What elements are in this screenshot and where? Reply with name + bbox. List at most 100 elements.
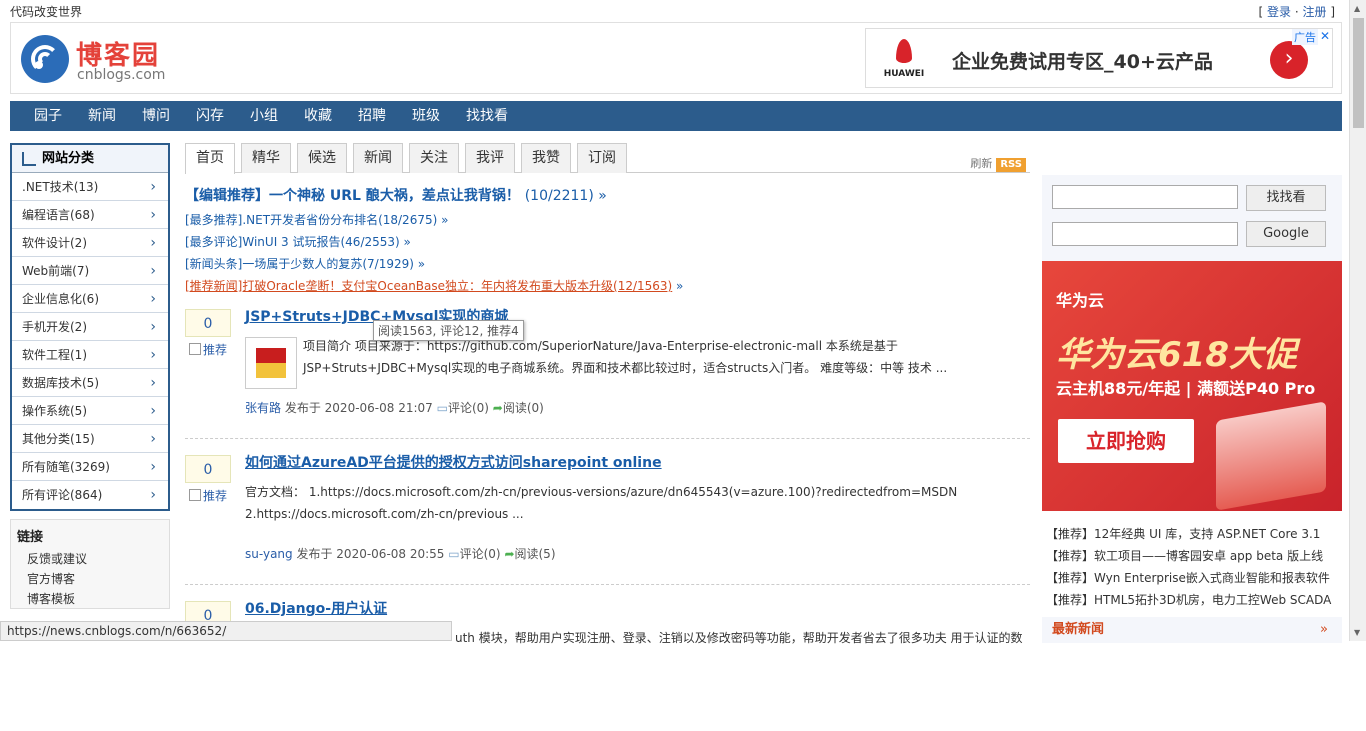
post-author[interactable]: su-yang xyxy=(245,547,293,561)
main-nav: 园子 新闻 博问 闪存 小组 收藏 招聘 班级 找找看 xyxy=(10,101,1342,131)
category-item[interactable]: 数据库技术(5) › xyxy=(12,369,168,397)
tab-featured[interactable]: 精华 xyxy=(241,143,291,173)
category-item[interactable]: 所有评论(864) › xyxy=(12,481,168,509)
chevron-right-icon: › xyxy=(150,375,156,391)
google-search-input[interactable] xyxy=(1052,222,1238,246)
digg-box: 0 推荐 xyxy=(185,309,231,358)
promo-item[interactable]: 【推荐】Wyn Enterprise嵌入式商业智能和报表软件 xyxy=(1042,567,1342,589)
digg-count[interactable]: 0 xyxy=(185,455,231,483)
post-summary: 官方文档： 1.https://docs.microsoft.com/zh-cn… xyxy=(245,485,958,521)
scroll-up-icon[interactable]: ▲ xyxy=(1354,4,1360,13)
arrow-right-icon[interactable]: › xyxy=(1270,41,1308,79)
tab-candidates[interactable]: 候选 xyxy=(297,143,347,173)
promo-item[interactable]: 【推荐】12年经典 UI 库，支持 ASP.NET Core 3.1 xyxy=(1042,523,1342,545)
category-label: 企业信息化(6) xyxy=(22,292,99,306)
more-news-link[interactable]: » xyxy=(1320,617,1328,643)
sub-link[interactable]: [新闻头条]一场属于少数人的复苏(7/1929) » xyxy=(185,257,1030,271)
links-title: 链接 xyxy=(17,530,44,545)
post-title[interactable]: 如何通过AzureAD平台提供的授权方式访问sharepoint online xyxy=(245,455,662,471)
refresh-link[interactable]: 刷新 xyxy=(970,157,992,170)
login-link[interactable]: 登录 xyxy=(1267,5,1291,19)
nav-classes[interactable]: 班级 xyxy=(412,101,440,131)
promo-item[interactable]: 【推荐】HTML5拓扑3D机房，电力工控Web SCADA xyxy=(1042,589,1342,611)
link-official-blog[interactable]: 官方博客 xyxy=(17,569,169,589)
tab-subscriptions[interactable]: 订阅 xyxy=(577,143,627,173)
sub-link[interactable]: [最多推荐].NET开发者省份分布排名(18/2675) » xyxy=(185,213,1030,227)
category-item[interactable]: 编程语言(68) › xyxy=(12,201,168,229)
post-author[interactable]: 张有路 xyxy=(245,401,281,415)
chevron-right-icon: › xyxy=(150,431,156,447)
tab-home[interactable]: 首页 xyxy=(185,143,235,174)
banner-ad[interactable]: HUAWEI 企业免费试用专区_40+云产品 › 广告 ✕ xyxy=(865,28,1333,88)
link-feedback[interactable]: 反馈或建议 xyxy=(17,549,169,569)
register-link[interactable]: 注册 xyxy=(1302,5,1326,19)
post-item: 0 推荐 如何通过AzureAD平台提供的授权方式访问sharepoint on… xyxy=(185,455,1030,585)
category-label: 手机开发(2) xyxy=(22,320,87,334)
nav-favorites[interactable]: 收藏 xyxy=(304,101,332,131)
buy-now-button[interactable]: 立即抢购 xyxy=(1058,419,1194,463)
search-input[interactable] xyxy=(1052,185,1238,209)
google-button[interactable]: Google xyxy=(1246,221,1326,247)
tab-news[interactable]: 新闻 xyxy=(353,143,403,173)
category-item[interactable]: 其他分类(15) › xyxy=(12,425,168,453)
sub-link[interactable]: [最多评论]WinUI 3 试玩报告(46/2553) » xyxy=(185,235,1030,249)
recommend-button[interactable]: 推荐 xyxy=(185,341,231,358)
nav-flash[interactable]: 闪存 xyxy=(196,101,224,131)
tab-my-likes[interactable]: 我赞 xyxy=(521,143,571,173)
site-logo[interactable]: 博客园 cnblogs.com xyxy=(21,33,171,85)
main-content: 首页 精华 候选 新闻 关注 我评 我赞 订阅 刷新 RSS 【编辑推荐】一个神秘… xyxy=(185,143,1030,731)
link-blog-template[interactable]: 博客模板 xyxy=(17,589,169,609)
post-date: 发布于 2020-06-08 20:55 xyxy=(296,547,445,561)
post-comments[interactable]: 评论(0) xyxy=(448,401,489,415)
sub-link-news[interactable]: [推荐新闻]打破Oracle垄断！支付宝OceanBase独立：年内将发布重大版… xyxy=(185,279,672,293)
nav-groups[interactable]: 小组 xyxy=(250,101,278,131)
nav-yuanzi[interactable]: 园子 xyxy=(34,101,62,131)
nav-search[interactable]: 找找看 xyxy=(466,101,508,131)
headline[interactable]: 【编辑推荐】一个神秘 URL 酿大祸，差点让我背锅！ (10/2211) » xyxy=(185,185,1030,205)
sub-more: » xyxy=(672,279,684,293)
chevron-right-icon: › xyxy=(150,263,156,279)
promo-item[interactable]: 【推荐】软工项目——博客园安卓 app beta 版上线 xyxy=(1042,545,1342,567)
category-item[interactable]: 软件工程(1) › xyxy=(12,341,168,369)
category-item[interactable]: 所有随笔(3269) › xyxy=(12,453,168,481)
site-slogan: 代码改变世界 xyxy=(10,5,83,19)
category-item[interactable]: .NET技术(13) › xyxy=(12,173,168,201)
nav-jobs[interactable]: 招聘 xyxy=(358,101,386,131)
category-label: 数据库技术(5) xyxy=(22,376,99,390)
post-reads[interactable]: 阅读(0) xyxy=(503,401,544,415)
post-comments[interactable]: 评论(0) xyxy=(460,547,501,561)
read-icon: ➦ xyxy=(492,401,503,415)
chevron-right-icon: › xyxy=(150,487,156,503)
tab-bar: 首页 精华 候选 新闻 关注 我评 我赞 订阅 刷新 RSS xyxy=(185,143,1030,174)
recommend-button[interactable]: 推荐 xyxy=(185,487,231,504)
category-item[interactable]: 手机开发(2) › xyxy=(12,313,168,341)
tab-my-comments[interactable]: 我评 xyxy=(465,143,515,173)
rss-icon[interactable]: RSS xyxy=(996,158,1026,172)
links-box: 链接 反馈或建议 官方博客 博客模板 xyxy=(10,519,170,609)
post-summary: 项目简介 项目来源于：https://github.com/SuperiorNa… xyxy=(245,335,1025,389)
close-icon[interactable]: ✕ xyxy=(1318,29,1332,43)
chevron-right-icon: › xyxy=(150,403,156,419)
headline-link[interactable]: 【编辑推荐】一个神秘 URL 酿大祸，差点让我背锅！ xyxy=(185,188,520,204)
tab-following[interactable]: 关注 xyxy=(409,143,459,173)
nav-news[interactable]: 新闻 xyxy=(88,101,116,131)
post-reads[interactable]: 阅读(5) xyxy=(515,547,556,561)
category-item[interactable]: Web前端(7) › xyxy=(12,257,168,285)
post-title[interactable]: 06.Django-用户认证 xyxy=(245,601,387,617)
headline-count: (10/2211) » xyxy=(524,188,607,204)
chevron-right-icon: › xyxy=(150,459,156,475)
scrollbar[interactable]: ▲ ▼ xyxy=(1349,0,1366,641)
category-box: 网站分类 .NET技术(13) › 编程语言(68) › 软件设计(2) › Web前… xyxy=(10,143,170,511)
digg-count[interactable]: 0 xyxy=(185,309,231,337)
sub-link-recommended: [推荐新闻]打破Oracle垄断！支付宝OceanBase独立：年内将发布重大版… xyxy=(185,279,1030,293)
category-item[interactable]: 操作系统(5) › xyxy=(12,397,168,425)
scrollbar-thumb[interactable] xyxy=(1353,18,1364,128)
category-item[interactable]: 企业信息化(6) › xyxy=(12,285,168,313)
huawei-cloud-ad[interactable]: 华为云 华为云618大促 云主机88元/年起 | 满额送P40 Pro 立即抢购 xyxy=(1042,261,1342,511)
scroll-down-icon[interactable]: ▼ xyxy=(1354,628,1360,637)
ad-tag[interactable]: 广告 xyxy=(1292,29,1318,45)
nav-questions[interactable]: 博问 xyxy=(142,101,170,131)
author-avatar[interactable] xyxy=(245,337,297,389)
category-item[interactable]: 软件设计(2) › xyxy=(12,229,168,257)
search-button[interactable]: 找找看 xyxy=(1246,185,1326,211)
